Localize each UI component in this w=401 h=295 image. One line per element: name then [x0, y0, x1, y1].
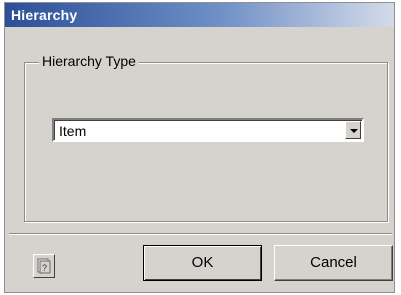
help-button[interactable]: ? [33, 254, 55, 278]
group-legend: Hierarchy Type [39, 53, 139, 69]
help-icon: ? [37, 258, 51, 274]
chevron-down-icon [350, 129, 358, 133]
hierarchy-dialog: Hierarchy Hierarchy Type Item ? OK Cance… [4, 2, 395, 293]
hierarchy-type-dropdown[interactable]: Item [52, 118, 364, 142]
hierarchy-type-value: Item [59, 123, 87, 139]
dropdown-button[interactable] [345, 121, 361, 139]
window-title: Hierarchy [11, 7, 78, 23]
ok-button[interactable]: OK [143, 245, 262, 281]
cancel-button[interactable]: Cancel [274, 245, 393, 281]
divider [9, 233, 392, 235]
title-bar[interactable]: Hierarchy [5, 3, 394, 27]
hierarchy-type-group [24, 62, 388, 222]
svg-text:?: ? [42, 263, 47, 273]
